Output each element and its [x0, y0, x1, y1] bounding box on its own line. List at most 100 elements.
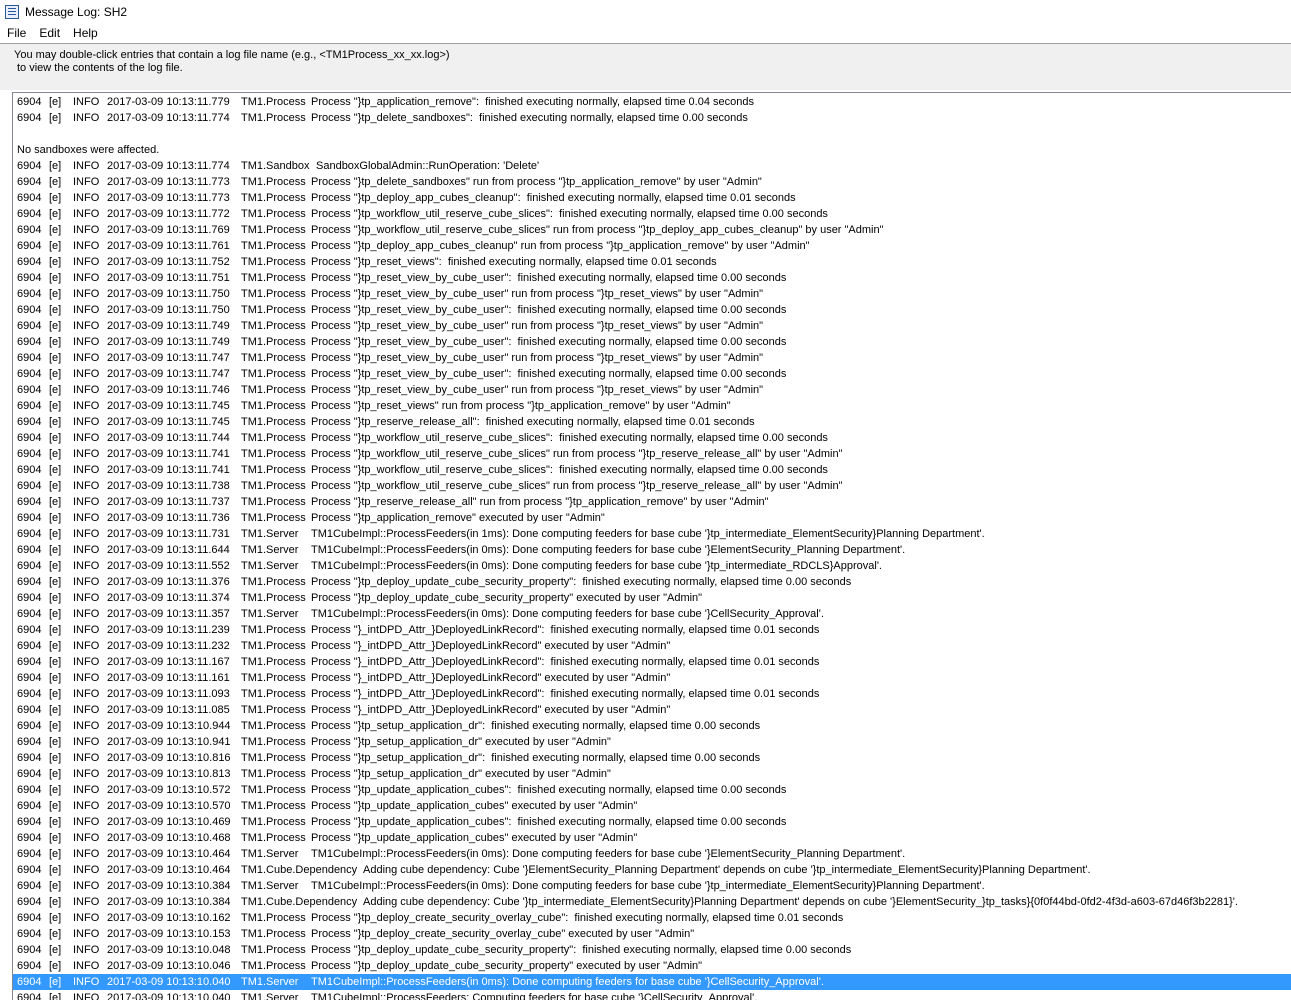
- log-entry[interactable]: 6904 [e] INFO 2017-03-09 10:13:11.738 TM1.Pr…: [13, 478, 1291, 494]
- log-entry[interactable]: [13, 126, 1291, 142]
- log-entry[interactable]: 6904 [e] INFO 2017-03-09 10:13:11.085 TM1.Pr…: [13, 702, 1291, 718]
- log-entry[interactable]: 6904 [e] INFO 2017-03-09 10:13:11.749 TM1.Pr…: [13, 334, 1291, 350]
- log-entry[interactable]: 6904 [e] INFO 2017-03-09 10:13:11.752 TM1.Pr…: [13, 254, 1291, 270]
- log-entry[interactable]: No sandboxes were affected.: [13, 142, 1291, 158]
- log-entry[interactable]: 6904 [e] INFO 2017-03-09 10:13:11.374 TM1.Pr…: [13, 590, 1291, 606]
- log-timestamp: 2017-03-09 10:13:11.773: [107, 176, 230, 188]
- log-entry[interactable]: 6904 [e] INFO 2017-03-09 10:13:11.644 TM1.Se…: [13, 542, 1291, 558]
- log-entry[interactable]: 6904 [e] INFO 2017-03-09 10:13:11.745 TM1.Pr…: [13, 414, 1291, 430]
- log-message: Adding cube dependency: Cube '}ElementSe…: [363, 864, 1091, 876]
- log-entry[interactable]: 6904 [e] INFO 2017-03-09 10:13:10.941 TM1.Pr…: [13, 734, 1291, 750]
- log-timestamp: 2017-03-09 10:13:10.816: [107, 752, 231, 764]
- log-timestamp: 2017-03-09 10:13:11.736: [107, 512, 230, 524]
- log-thread: 6904: [17, 112, 42, 124]
- log-level: INFO: [73, 176, 100, 188]
- title-bar: Message Log: SH2: [0, 0, 1291, 24]
- log-entry[interactable]: 6904 [e] INFO 2017-03-09 10:13:11.773 TM1.Pr…: [13, 190, 1291, 206]
- menu-help[interactable]: Help: [67, 26, 104, 40]
- log-entry[interactable]: 6904 [e] INFO 2017-03-09 10:13:11.773 TM1.Pr…: [13, 174, 1291, 190]
- log-timestamp: 2017-03-09 10:13:11.751: [107, 272, 230, 284]
- log-message: TM1CubeImpl::ProcessFeeders(in 0ms): Don…: [311, 880, 985, 892]
- log-entry[interactable]: 6904 [e] INFO 2017-03-09 10:13:10.816 TM1.Pr…: [13, 750, 1291, 766]
- log-entry[interactable]: 6904 [e] INFO 2017-03-09 10:13:10.040 TM1.Se…: [13, 990, 1291, 1000]
- log-entry[interactable]: 6904 [e] INFO 2017-03-09 10:13:11.746 TM1.Pr…: [13, 382, 1291, 398]
- log-thread: 6904: [17, 720, 42, 732]
- log-timestamp: 2017-03-09 10:13:10.813: [107, 768, 231, 780]
- log-message: Process "}_intDPD_Attr_}DeployedLinkReco…: [311, 688, 820, 700]
- log-entry[interactable]: 6904 [e] INFO 2017-03-09 10:13:10.162 TM1.Pr…: [13, 910, 1291, 926]
- log-entry[interactable]: 6904 [e] INFO 2017-03-09 10:13:10.464 TM1.Se…: [13, 846, 1291, 862]
- log-entry[interactable]: 6904 [e] INFO 2017-03-09 10:13:10.384 TM1.Cu…: [13, 894, 1291, 910]
- log-entry[interactable]: 6904 [e] INFO 2017-03-09 10:13:11.747 TM1.Pr…: [13, 350, 1291, 366]
- log-thread: 6904: [17, 208, 42, 220]
- log-timestamp: 2017-03-09 10:13:10.162: [107, 912, 231, 924]
- log-entry[interactable]: 6904 [e] INFO 2017-03-09 10:13:10.464 TM1.Cu…: [13, 862, 1291, 878]
- log-logger: TM1.Process: [241, 432, 306, 444]
- log-entry[interactable]: 6904 [e] INFO 2017-03-09 10:13:11.741 TM1.Pr…: [13, 462, 1291, 478]
- log-entry[interactable]: 6904 [e] INFO 2017-03-09 10:13:11.737 TM1.Pr…: [13, 494, 1291, 510]
- log-entry[interactable]: 6904 [e] INFO 2017-03-09 10:13:11.750 TM1.Pr…: [13, 286, 1291, 302]
- log-flag: [e]: [49, 160, 62, 172]
- log-logger: TM1.Process: [241, 96, 306, 108]
- log-entry[interactable]: 6904 [e] INFO 2017-03-09 10:13:11.750 TM1.Pr…: [13, 302, 1291, 318]
- log-entry[interactable]: 6904 [e] INFO 2017-03-09 10:13:11.772 TM1.Pr…: [13, 206, 1291, 222]
- log-entry[interactable]: 6904 [e] INFO 2017-03-09 10:13:11.736 TM1.Pr…: [13, 510, 1291, 526]
- log-list[interactable]: 6904 [e] INFO 2017-03-09 10:13:11.779 TM1.Pr…: [12, 92, 1291, 1000]
- menu-file[interactable]: File: [1, 26, 32, 40]
- log-message: Process "}tp_update_application_cubes": …: [311, 816, 787, 828]
- log-entry[interactable]: 6904 [e] INFO 2017-03-09 10:13:11.376 TM1.Pr…: [13, 574, 1291, 590]
- log-level: INFO: [73, 688, 100, 700]
- log-message: TM1CubeImpl::ProcessFeeders(in 0ms): Don…: [311, 848, 906, 860]
- info-text-line-1: You may double-click entries that contai…: [14, 49, 450, 61]
- log-entry[interactable]: 6904 [e] INFO 2017-03-09 10:13:11.731 TM1.Se…: [13, 526, 1291, 542]
- log-level: INFO: [73, 400, 100, 412]
- log-entry[interactable]: 6904 [e] INFO 2017-03-09 10:13:10.040 TM1.Se…: [13, 974, 1291, 990]
- log-entry[interactable]: 6904 [e] INFO 2017-03-09 10:13:11.747 TM1.Pr…: [13, 366, 1291, 382]
- log-thread: 6904: [17, 576, 42, 588]
- log-entry[interactable]: 6904 [e] INFO 2017-03-09 10:13:11.552 TM1.Se…: [13, 558, 1291, 574]
- log-thread: 6904: [17, 848, 42, 860]
- log-entry[interactable]: 6904 [e] INFO 2017-03-09 10:13:11.167 TM1.Pr…: [13, 654, 1291, 670]
- log-flag: [e]: [49, 672, 62, 684]
- log-entry[interactable]: 6904 [e] INFO 2017-03-09 10:13:10.572 TM1.Pr…: [13, 782, 1291, 798]
- log-level: INFO: [73, 240, 100, 252]
- log-entry[interactable]: 6904 [e] INFO 2017-03-09 10:13:10.813 TM1.Pr…: [13, 766, 1291, 782]
- menu-edit[interactable]: Edit: [33, 26, 66, 40]
- log-timestamp: 2017-03-09 10:13:11.744: [107, 432, 230, 444]
- log-entry[interactable]: 6904 [e] INFO 2017-03-09 10:13:11.093 TM1.Pr…: [13, 686, 1291, 702]
- log-entry[interactable]: 6904 [e] INFO 2017-03-09 10:13:11.774 TM1.Pr…: [13, 110, 1291, 126]
- log-entry[interactable]: 6904 [e] INFO 2017-03-09 10:13:11.232 TM1.Pr…: [13, 638, 1291, 654]
- log-logger: TM1.Process: [241, 640, 306, 652]
- log-entry[interactable]: 6904 [e] INFO 2017-03-09 10:13:11.239 TM1.Pr…: [13, 622, 1291, 638]
- log-thread: 6904: [17, 928, 42, 940]
- log-flag: [e]: [49, 496, 62, 508]
- log-timestamp: 2017-03-09 10:13:11.772: [107, 208, 230, 220]
- log-entry[interactable]: 6904 [e] INFO 2017-03-09 10:13:10.153 TM1.Pr…: [13, 926, 1291, 942]
- log-entry[interactable]: 6904 [e] INFO 2017-03-09 10:13:11.749 TM1.Pr…: [13, 318, 1291, 334]
- log-entry[interactable]: 6904 [e] INFO 2017-03-09 10:13:11.161 TM1.Pr…: [13, 670, 1291, 686]
- log-entry[interactable]: 6904 [e] INFO 2017-03-09 10:13:10.570 TM1.Pr…: [13, 798, 1291, 814]
- log-entry[interactable]: 6904 [e] INFO 2017-03-09 10:13:11.779 TM1.Pr…: [13, 94, 1291, 110]
- log-level: INFO: [73, 336, 100, 348]
- log-entry[interactable]: 6904 [e] INFO 2017-03-09 10:13:11.357 TM1.Se…: [13, 606, 1291, 622]
- log-entry[interactable]: 6904 [e] INFO 2017-03-09 10:13:11.769 TM1.Pr…: [13, 222, 1291, 238]
- log-flag: [e]: [49, 400, 62, 412]
- log-entry[interactable]: 6904 [e] INFO 2017-03-09 10:13:10.048 TM1.Pr…: [13, 942, 1291, 958]
- log-entry[interactable]: 6904 [e] INFO 2017-03-09 10:13:11.751 TM1.Pr…: [13, 270, 1291, 286]
- log-entry[interactable]: 6904 [e] INFO 2017-03-09 10:13:10.384 TM1.Se…: [13, 878, 1291, 894]
- log-logger: TM1.Process: [241, 352, 306, 364]
- log-level: INFO: [73, 544, 100, 556]
- log-entry[interactable]: 6904 [e] INFO 2017-03-09 10:13:10.046 TM1.Pr…: [13, 958, 1291, 974]
- log-entry[interactable]: 6904 [e] INFO 2017-03-09 10:13:11.744 TM1.Pr…: [13, 430, 1291, 446]
- log-entry[interactable]: 6904 [e] INFO 2017-03-09 10:13:10.468 TM1.Pr…: [13, 830, 1291, 846]
- log-entry[interactable]: 6904 [e] INFO 2017-03-09 10:13:11.761 TM1.Pr…: [13, 238, 1291, 254]
- log-entry[interactable]: 6904 [e] INFO 2017-03-09 10:13:11.741 TM1.Pr…: [13, 446, 1291, 462]
- log-message: Process "}tp_reset_view_by_cube_user": f…: [311, 368, 787, 380]
- log-entry[interactable]: 6904 [e] INFO 2017-03-09 10:13:10.469 TM1.Pr…: [13, 814, 1291, 830]
- log-thread: 6904: [17, 320, 42, 332]
- log-entry[interactable]: 6904 [e] INFO 2017-03-09 10:13:10.944 TM1.Pr…: [13, 718, 1291, 734]
- log-timestamp: 2017-03-09 10:13:10.468: [107, 832, 231, 844]
- log-thread: 6904: [17, 592, 42, 604]
- log-entry[interactable]: 6904 [e] INFO 2017-03-09 10:13:11.774 TM1.Sa…: [13, 158, 1291, 174]
- log-entry[interactable]: 6904 [e] INFO 2017-03-09 10:13:11.745 TM1.Pr…: [13, 398, 1291, 414]
